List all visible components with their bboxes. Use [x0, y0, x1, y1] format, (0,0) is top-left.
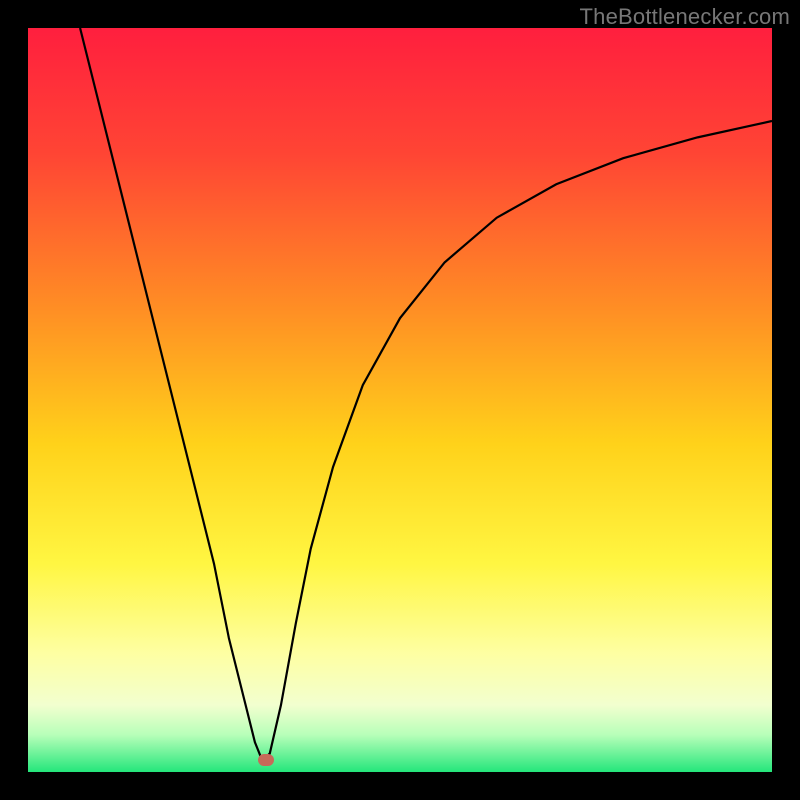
frame-border-left	[0, 0, 28, 800]
curve-line	[28, 28, 772, 772]
chart-canvas: TheBottlenecker.com	[0, 0, 800, 800]
frame-border-right	[772, 0, 800, 800]
frame-border-bottom	[0, 772, 800, 800]
watermark-text: TheBottlenecker.com	[580, 4, 790, 30]
optimal-point-marker	[258, 754, 274, 766]
plot-area	[28, 28, 772, 772]
